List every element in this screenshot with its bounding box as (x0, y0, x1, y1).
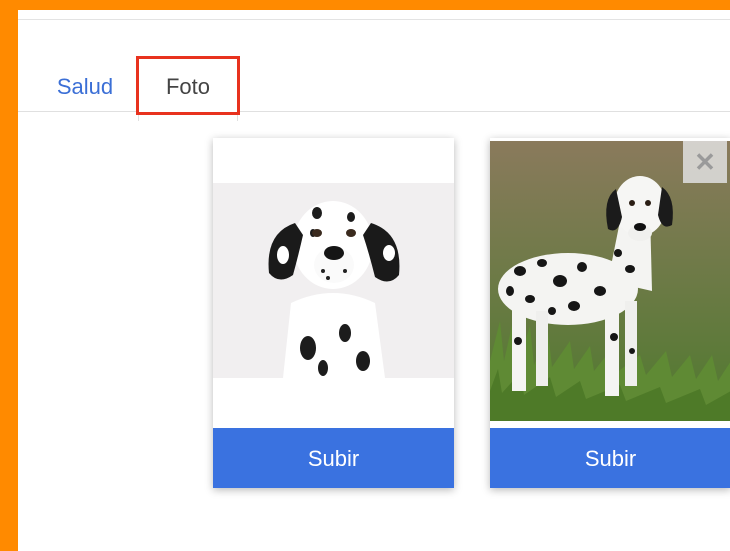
tab-foto[interactable]: Foto (138, 58, 238, 121)
main-panel: Salud Foto Subir ✕ Subir (18, 10, 730, 551)
close-icon[interactable]: ✕ (683, 141, 727, 183)
tab-bar: Salud Foto (18, 20, 730, 121)
photo-card-2: ✕ Subir (490, 138, 730, 488)
dalmatian-standing-image (490, 141, 730, 421)
photo-card-1: Subir (213, 138, 454, 488)
upload-button-2[interactable]: Subir (490, 428, 730, 488)
tab-salud[interactable]: Salud (36, 58, 134, 116)
dalmatian-headshot-image (213, 183, 454, 378)
upload-button-1[interactable]: Subir (213, 428, 454, 488)
